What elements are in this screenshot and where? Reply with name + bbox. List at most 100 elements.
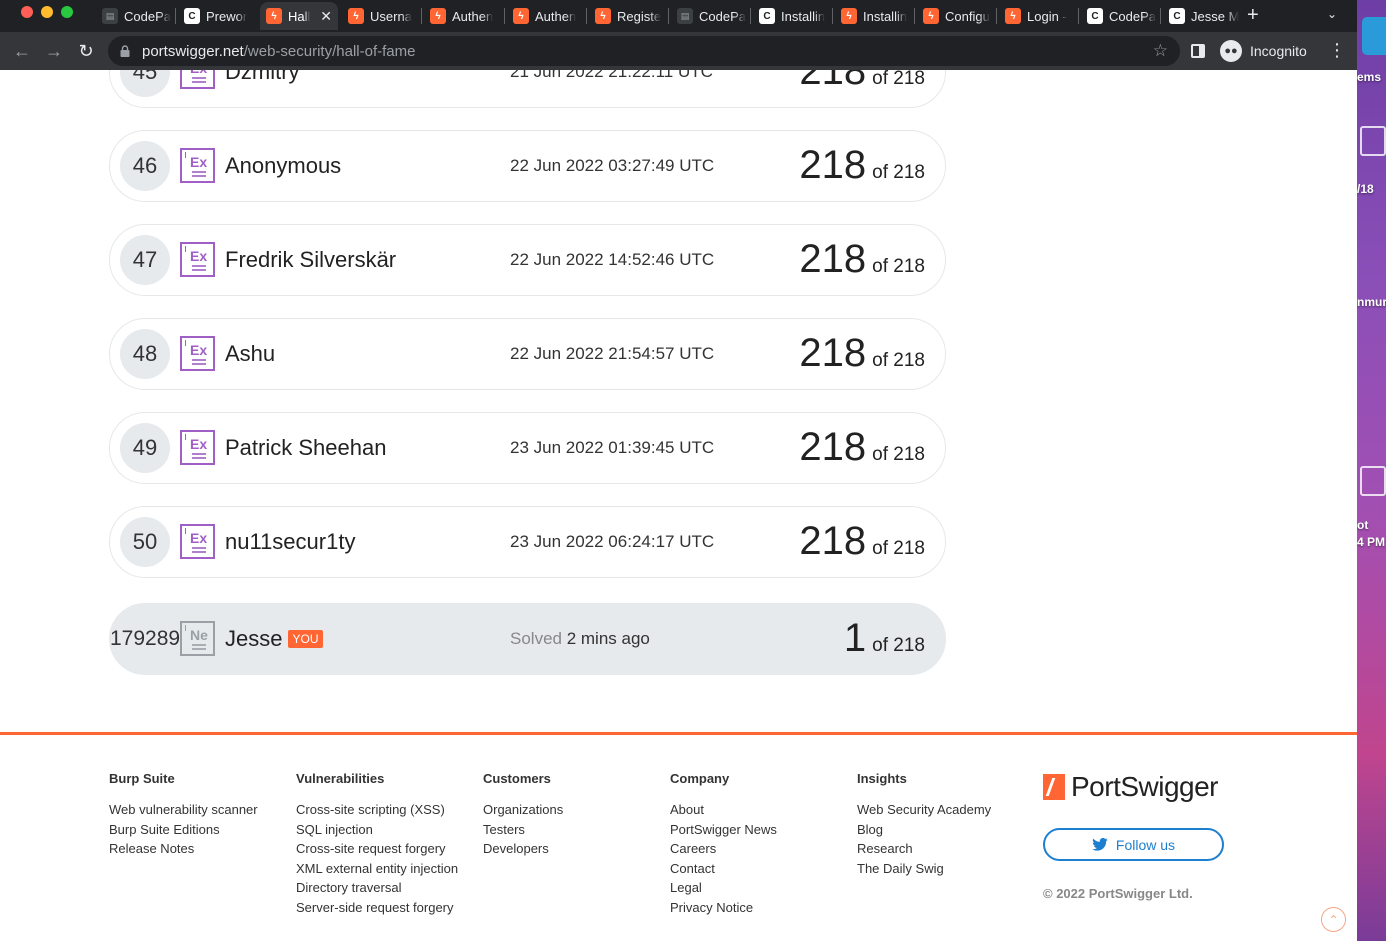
twitter-icon — [1092, 838, 1108, 851]
browser-tab[interactable]: ▤ CodePa — [96, 2, 174, 30]
incognito-label: Incognito — [1250, 43, 1307, 59]
incognito-indicator[interactable]: ●● Incognito — [1216, 36, 1316, 66]
footer-heading: Company — [670, 771, 730, 786]
tab-label: Jesse M — [1191, 8, 1240, 24]
footer-link[interactable]: Developers — [483, 839, 563, 859]
level-badge-text: Ne — [190, 627, 208, 643]
footer-link[interactable]: Server-side request forgery — [296, 898, 458, 918]
address-bar[interactable]: portswigger.net/web-security/hall-of-fam… — [108, 36, 1180, 66]
level-badge-icon: Ex — [180, 524, 215, 559]
browser-tab[interactable]: ϟ Registe — [589, 2, 667, 30]
leaderboard-row: 50 Ex nu11secur1ty 23 Jun 2022 06:24:17 UTC… — [109, 506, 946, 578]
player-name: Jesse YOU — [225, 626, 323, 652]
reload-button[interactable]: ↻ — [76, 41, 96, 61]
score-number: 218 — [799, 425, 867, 469]
desktop-file-icon[interactable] — [1360, 466, 1386, 496]
browser-tab[interactable]: ϟ Hall ✕ — [260, 2, 338, 30]
score-number: 218 — [799, 143, 867, 187]
footer-link[interactable]: Web Security Academy — [857, 800, 991, 820]
browser-tab[interactable]: C Jesse M — [1163, 2, 1241, 30]
browser-tab[interactable]: ϟ Installin — [835, 2, 913, 30]
browser-menu-icon[interactable]: ⋮ — [1328, 40, 1346, 61]
back-button[interactable]: ← — [12, 41, 32, 61]
score-total: of 218 — [872, 444, 925, 465]
footer-link[interactable]: Privacy Notice — [670, 898, 777, 918]
maximize-window-button[interactable] — [61, 6, 73, 18]
solved-prefix: Solved — [510, 629, 562, 648]
tab-label: Login - — [1027, 8, 1067, 24]
solved-date: 22 Jun 2022 21:54:57 UTC — [510, 344, 715, 363]
close-tab-icon[interactable]: ✕ — [320, 8, 332, 25]
tab-bar: ▤ CodePa C Prewor ϟ Hall ✕ ϟ Userna ϟ Authen ϟ Authe… — [0, 0, 1357, 32]
solved-time: Solved 2 mins ago — [510, 629, 650, 649]
url-path: /web-security/hall-of-fame — [243, 43, 416, 60]
footer-link[interactable]: PortSwigger News — [670, 820, 777, 840]
footer-link[interactable]: Cross-site scripting (XSS) — [296, 800, 458, 820]
codepen-icon: ▤ — [677, 8, 693, 24]
footer-link[interactable]: Careers — [670, 839, 777, 859]
close-window-button[interactable] — [21, 6, 33, 18]
rank-number: 47 — [120, 235, 170, 285]
browser-tab[interactable]: C Prewor — [178, 2, 256, 30]
footer-link[interactable]: Web vulnerability scanner — [109, 800, 258, 820]
follow-us-button[interactable]: Follow us — [1043, 828, 1224, 861]
footer-link[interactable]: Contact — [670, 859, 777, 879]
footer-link[interactable]: Legal — [670, 878, 777, 898]
footer-link[interactable]: Organizations — [483, 800, 563, 820]
solved-date: 23 Jun 2022 01:39:45 UTC — [510, 438, 715, 457]
screen: ▤ CodePa C Prewor ϟ Hall ✕ ϟ Userna ϟ Authen ϟ Authe… — [0, 0, 1386, 941]
score: 218 of 218 — [799, 331, 925, 375]
score-number: 218 — [799, 237, 867, 281]
web-page: 45ExDzmitry21 Jun 2022 21:22:11 UTC218of… — [0, 70, 1357, 941]
desktop-app-icon[interactable] — [1362, 17, 1386, 55]
portswigger-logo[interactable]: PortSwigger — [1043, 771, 1219, 803]
rank-number: 48 — [120, 329, 170, 379]
desktop-label: ems — [1357, 70, 1382, 84]
browser-tab[interactable]: ϟ Configu — [917, 2, 995, 30]
solved-date: 22 Jun 2022 14:52:46 UTC — [510, 250, 715, 269]
score: 1 of 218 — [844, 616, 925, 660]
forward-button[interactable]: → — [44, 41, 64, 61]
new-tab-button[interactable]: + — [1247, 5, 1259, 25]
level-badge-icon: Ex — [180, 336, 215, 371]
footer-link[interactable]: Burp Suite Editions — [109, 820, 258, 840]
player-name: Patrick Sheehan — [225, 435, 387, 460]
footer-link[interactable]: Blog — [857, 820, 991, 840]
footer-link[interactable]: Directory traversal — [296, 878, 458, 898]
browser-tab[interactable]: ϟ Authen — [424, 2, 502, 30]
browser-tab[interactable]: ▤ CodePa — [671, 2, 749, 30]
footer-link[interactable]: Cross-site request forgery — [296, 839, 458, 859]
rank-number: 179289 — [110, 627, 181, 650]
side-panel-icon[interactable] — [1191, 44, 1205, 58]
footer-link[interactable]: Release Notes — [109, 839, 258, 859]
browser-tab[interactable]: ϟ Userna — [342, 2, 420, 30]
footer-link[interactable]: Research — [857, 839, 991, 859]
footer-link[interactable]: The Daily Swig — [857, 859, 991, 879]
level-badge-icon: Ex — [180, 242, 215, 277]
leaderboard-row: 47 Ex Fredrik Silverskär 22 Jun 2022 14:52:… — [109, 224, 946, 296]
tab-label: Installin — [781, 8, 826, 24]
desktop-label: ot — [1357, 518, 1369, 532]
footer-link[interactable]: SQL injection — [296, 820, 458, 840]
leaderboard-row: 45 Ex Dzmitry 21 Jun 2022 21:22:11 UTC 218 of… — [109, 70, 946, 108]
footer-heading: Customers — [483, 771, 551, 786]
minimize-window-button[interactable] — [41, 6, 53, 18]
back-to-top-icon[interactable]: ⌃ — [1321, 907, 1346, 932]
c-icon: C — [184, 8, 200, 24]
footer-link[interactable]: Testers — [483, 820, 563, 840]
browser-tab[interactable]: C Installin — [753, 2, 831, 30]
tab-search-icon[interactable]: ⌄ — [1327, 7, 1337, 21]
bookmark-star-icon[interactable]: ☆ — [1153, 41, 1168, 61]
player-name-text: Jesse — [225, 626, 283, 651]
player-name: Dzmitry — [225, 70, 300, 84]
footer-column: Burp Suite Web vulnerability scanner Burp … — [109, 771, 258, 859]
portswigger-icon: ϟ — [513, 8, 529, 24]
browser-tab[interactable]: ϟ Authen — [507, 2, 585, 30]
footer-link[interactable]: About — [670, 800, 777, 820]
browser-tab[interactable]: ϟ Login - — [999, 2, 1077, 30]
tab-label: CodePa — [124, 8, 171, 24]
desktop-file-icon[interactable] — [1360, 126, 1386, 156]
browser-tab[interactable]: C CodePa — [1081, 2, 1159, 30]
score-number: 218 — [799, 331, 867, 375]
footer-link[interactable]: XML external entity injection — [296, 859, 458, 879]
